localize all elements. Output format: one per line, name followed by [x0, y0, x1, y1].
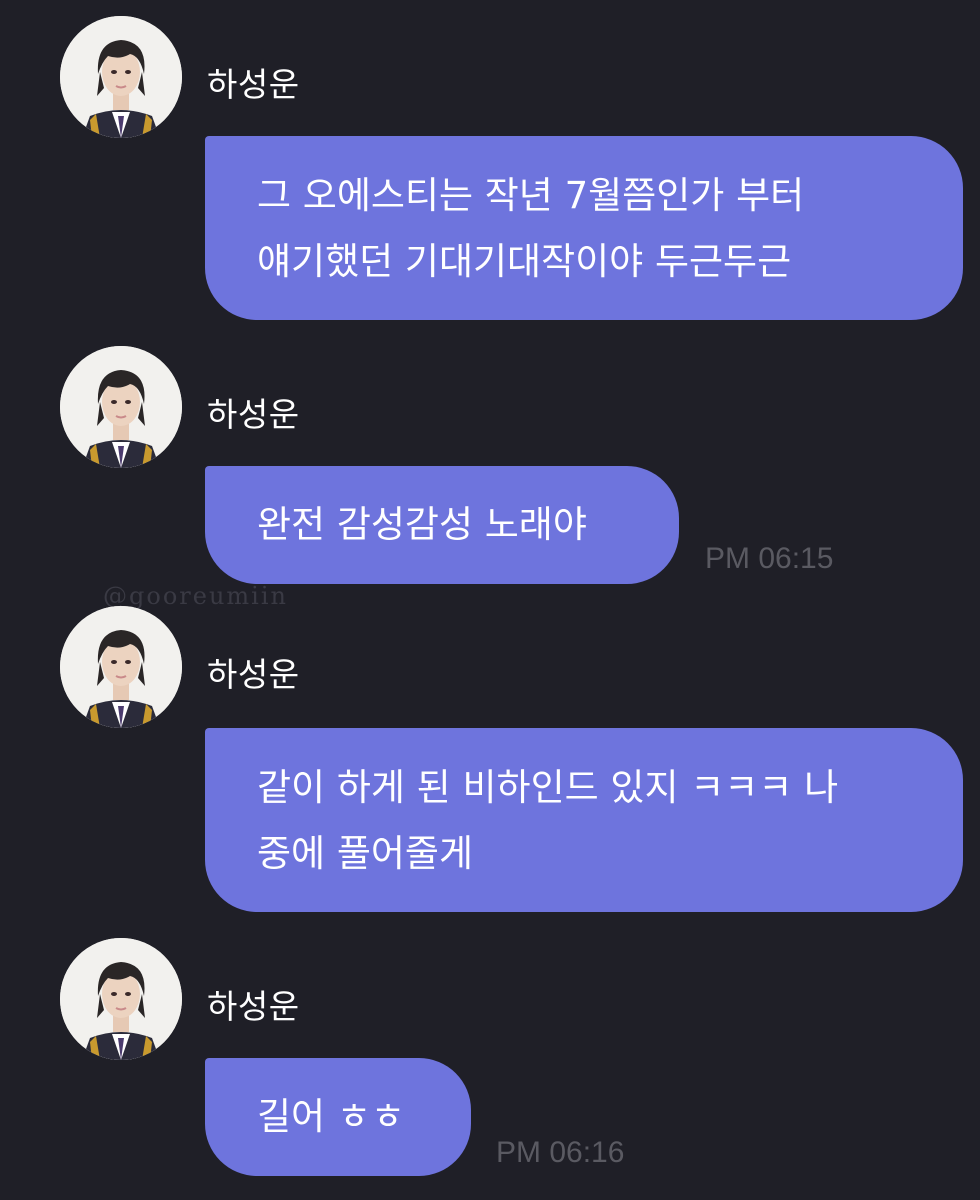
- profile-photo-icon: [60, 16, 182, 138]
- sender-name: 하성운: [207, 987, 300, 1026]
- message-line: 그 오에스티는 작년 7월쯤인가 부터: [257, 174, 805, 217]
- profile-photo-icon: [60, 606, 182, 728]
- profile-photo-icon: [60, 938, 182, 1060]
- timestamp: PM 06:15: [705, 542, 834, 575]
- message-line: 중에 풀어줄게: [257, 832, 474, 875]
- sender-name: 하성운: [207, 65, 300, 104]
- timestamp: PM 06:16: [496, 1136, 625, 1169]
- avatar[interactable]: [60, 938, 182, 1060]
- message-line: 같이 하게 된 비하인드 있지 ㅋㅋㅋ 나: [257, 766, 839, 809]
- message-bubble[interactable]: 길어 ㅎㅎ: [205, 1058, 471, 1176]
- sender-name: 하성운: [207, 655, 300, 694]
- avatar[interactable]: [60, 346, 182, 468]
- message-bubble[interactable]: 완전 감성감성 노래야: [205, 466, 679, 584]
- profile-photo-icon: [60, 346, 182, 468]
- message-bubble[interactable]: 그 오에스티는 작년 7월쯤인가 부터 얘기했던 기대기대작이야 두근두근: [205, 136, 963, 320]
- avatar[interactable]: [60, 606, 182, 728]
- message-line: 얘기했던 기대기대작이야 두근두근: [257, 240, 792, 283]
- sender-name: 하성운: [207, 395, 300, 434]
- message-line: 길어 ㅎㅎ: [257, 1095, 405, 1138]
- avatar[interactable]: [60, 16, 182, 138]
- message-line: 완전 감성감성 노래야: [257, 503, 587, 546]
- message-bubble[interactable]: 같이 하게 된 비하인드 있지 ㅋㅋㅋ 나 중에 풀어줄게: [205, 728, 963, 912]
